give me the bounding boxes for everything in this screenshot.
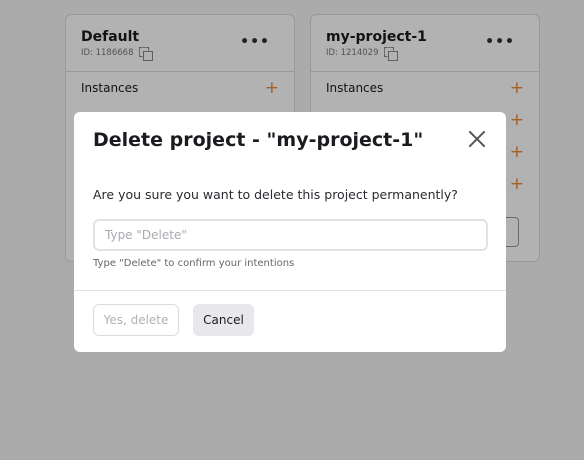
- dialog-title: Delete project - "my-project-1": [93, 129, 424, 151]
- input-hint: Type "Delete" to confirm your intentions: [93, 258, 295, 269]
- delete-confirm-input[interactable]: [93, 219, 488, 251]
- cancel-button[interactable]: Cancel: [193, 304, 254, 336]
- dialog-divider: [74, 290, 506, 291]
- dialog-message: Are you sure you want to delete this pro…: [93, 187, 458, 202]
- close-icon[interactable]: [468, 130, 486, 148]
- delete-project-dialog: Delete project - "my-project-1" Are you …: [74, 112, 506, 352]
- yes-delete-button[interactable]: Yes, delete: [93, 304, 179, 336]
